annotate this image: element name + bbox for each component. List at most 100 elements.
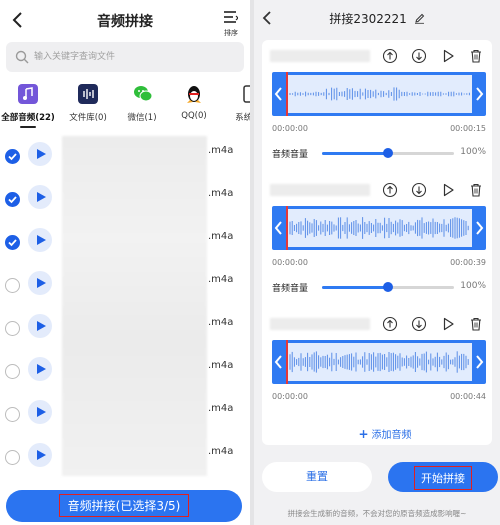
play-button[interactable] (28, 185, 52, 209)
play-button[interactable] (28, 400, 52, 424)
sort-lines-icon (224, 11, 239, 23)
start-merge-button[interactable]: 开始拼接 (388, 462, 498, 492)
move-down-button[interactable] (411, 316, 427, 332)
checkbox-unchecked[interactable] (5, 364, 20, 379)
search-icon (15, 50, 29, 64)
play-button[interactable] (28, 271, 52, 295)
chevron-right-icon (476, 87, 484, 101)
move-down-button[interactable] (411, 48, 427, 64)
list-item[interactable]: .m4a (0, 134, 250, 177)
volume-percent: 100% (460, 281, 486, 291)
volume-slider[interactable] (322, 148, 454, 158)
tab-all-audio[interactable]: 全部音频(22) (0, 84, 56, 128)
list-item[interactable]: .m4a (0, 392, 250, 435)
waveform-trimmer[interactable] (272, 206, 486, 250)
play-clip-button[interactable] (440, 182, 456, 198)
checkbox-unchecked[interactable] (5, 278, 20, 293)
list-item[interactable]: .m4a (0, 177, 250, 220)
checkbox-unchecked[interactable] (5, 450, 20, 465)
play-button[interactable] (28, 314, 52, 338)
volume-percent: 100% (460, 147, 486, 157)
tab-qq[interactable]: QQ(0) (166, 84, 222, 121)
checkbox-checked[interactable] (5, 149, 20, 164)
list-item[interactable]: .m4a (0, 220, 250, 263)
volume-slider-knob[interactable] (383, 282, 393, 292)
delete-clip-button[interactable] (468, 182, 484, 198)
checkbox-unchecked[interactable] (5, 321, 20, 336)
qq-penguin-icon (184, 84, 204, 104)
play-button[interactable] (28, 228, 52, 252)
delete-clip-button[interactable] (468, 48, 484, 64)
move-up-button[interactable] (382, 316, 398, 332)
info-note: 拼接会生成新的音频，不会对您的原音频造成影响喔~ (287, 509, 467, 518)
search-input[interactable] (34, 42, 234, 72)
list-item[interactable]: .m4a (0, 435, 250, 478)
list-item[interactable]: .m4a (0, 349, 250, 392)
arrow-down-circle-icon (411, 182, 427, 198)
checkbox-checked[interactable] (5, 235, 20, 250)
volume-slider-knob[interactable] (383, 148, 393, 158)
play-button[interactable] (28, 142, 52, 166)
volume-slider[interactable] (322, 282, 454, 292)
add-audio-button[interactable]: + 添加音频 (254, 426, 500, 441)
waveform-bars (289, 87, 470, 101)
add-audio-label: 添加音频 (371, 430, 412, 441)
tab-system-recorder[interactable]: 系统录 (220, 84, 250, 123)
move-down-button[interactable] (411, 182, 427, 198)
waveform (286, 209, 472, 247)
clip-start-time: 00:00:00 (272, 124, 308, 133)
trim-left-handle[interactable] (272, 340, 286, 384)
play-clip-button[interactable] (440, 316, 456, 332)
project-title-text: 拼接2302221 (329, 12, 407, 26)
play-clip-button[interactable] (440, 48, 456, 64)
arrow-down-circle-icon (411, 48, 427, 64)
category-tabs: 全部音频(22) 文件库(0) 微信(1) QQ(0) 系统 (0, 84, 250, 130)
trash-icon (471, 317, 481, 331)
music-file-icon (18, 84, 38, 104)
trash-icon (471, 183, 481, 197)
trim-left-handle[interactable] (272, 72, 286, 116)
tab-label: QQ(0) (181, 111, 207, 121)
chevron-left-icon (274, 355, 282, 369)
file-extension: .m4a (208, 188, 234, 199)
play-outline-icon (443, 317, 454, 331)
waveform-trimmer[interactable] (272, 340, 486, 384)
trim-right-handle[interactable] (472, 72, 486, 116)
clip-name-blurred (270, 318, 370, 330)
playhead-marker (286, 206, 288, 250)
volume-control: 音频音量 100% (272, 146, 486, 160)
checkbox-unchecked[interactable] (5, 407, 20, 422)
clip-panel: 00:00:00 00:00:15 音频音量 100% 00:00:00 00:… (262, 40, 492, 445)
tab-label: 系统录 (235, 113, 250, 123)
waveform-trimmer[interactable] (272, 72, 486, 116)
delete-clip-button[interactable] (468, 316, 484, 332)
clip-name-blurred (270, 184, 370, 196)
move-up-button[interactable] (382, 182, 398, 198)
search-bar[interactable] (6, 42, 244, 72)
clip-end-time: 00:00:44 (450, 392, 486, 401)
volume-control: 音频音量 100% (272, 280, 486, 294)
list-item[interactable]: .m4a (0, 263, 250, 306)
trim-left-handle[interactable] (272, 206, 286, 250)
merge-audio-button[interactable]: 音频拼接(已选择3/5) (6, 490, 242, 522)
list-item[interactable]: .m4a (0, 306, 250, 349)
arrow-up-circle-icon (382, 182, 398, 198)
tab-file-library[interactable]: 文件库(0) (60, 84, 116, 123)
checkbox-checked[interactable] (5, 192, 20, 207)
file-extension: .m4a (208, 317, 234, 328)
wechat-icon (132, 84, 153, 104)
waveform-bars (289, 351, 469, 373)
edit-title-button[interactable] (414, 13, 425, 27)
trim-right-handle[interactable] (472, 206, 486, 250)
tab-wechat[interactable]: 微信(1) (114, 84, 170, 123)
trim-right-handle[interactable] (472, 340, 486, 384)
sort-button[interactable]: 排序 (222, 8, 240, 38)
volume-slider-fill (322, 152, 388, 155)
play-button[interactable] (28, 443, 52, 467)
clip-actions (382, 182, 486, 198)
play-button[interactable] (28, 357, 52, 381)
volume-label: 音频音量 (272, 150, 309, 160)
move-up-button[interactable] (382, 48, 398, 64)
system-recorder-icon (238, 84, 250, 104)
reset-button[interactable]: 重置 (262, 462, 372, 492)
